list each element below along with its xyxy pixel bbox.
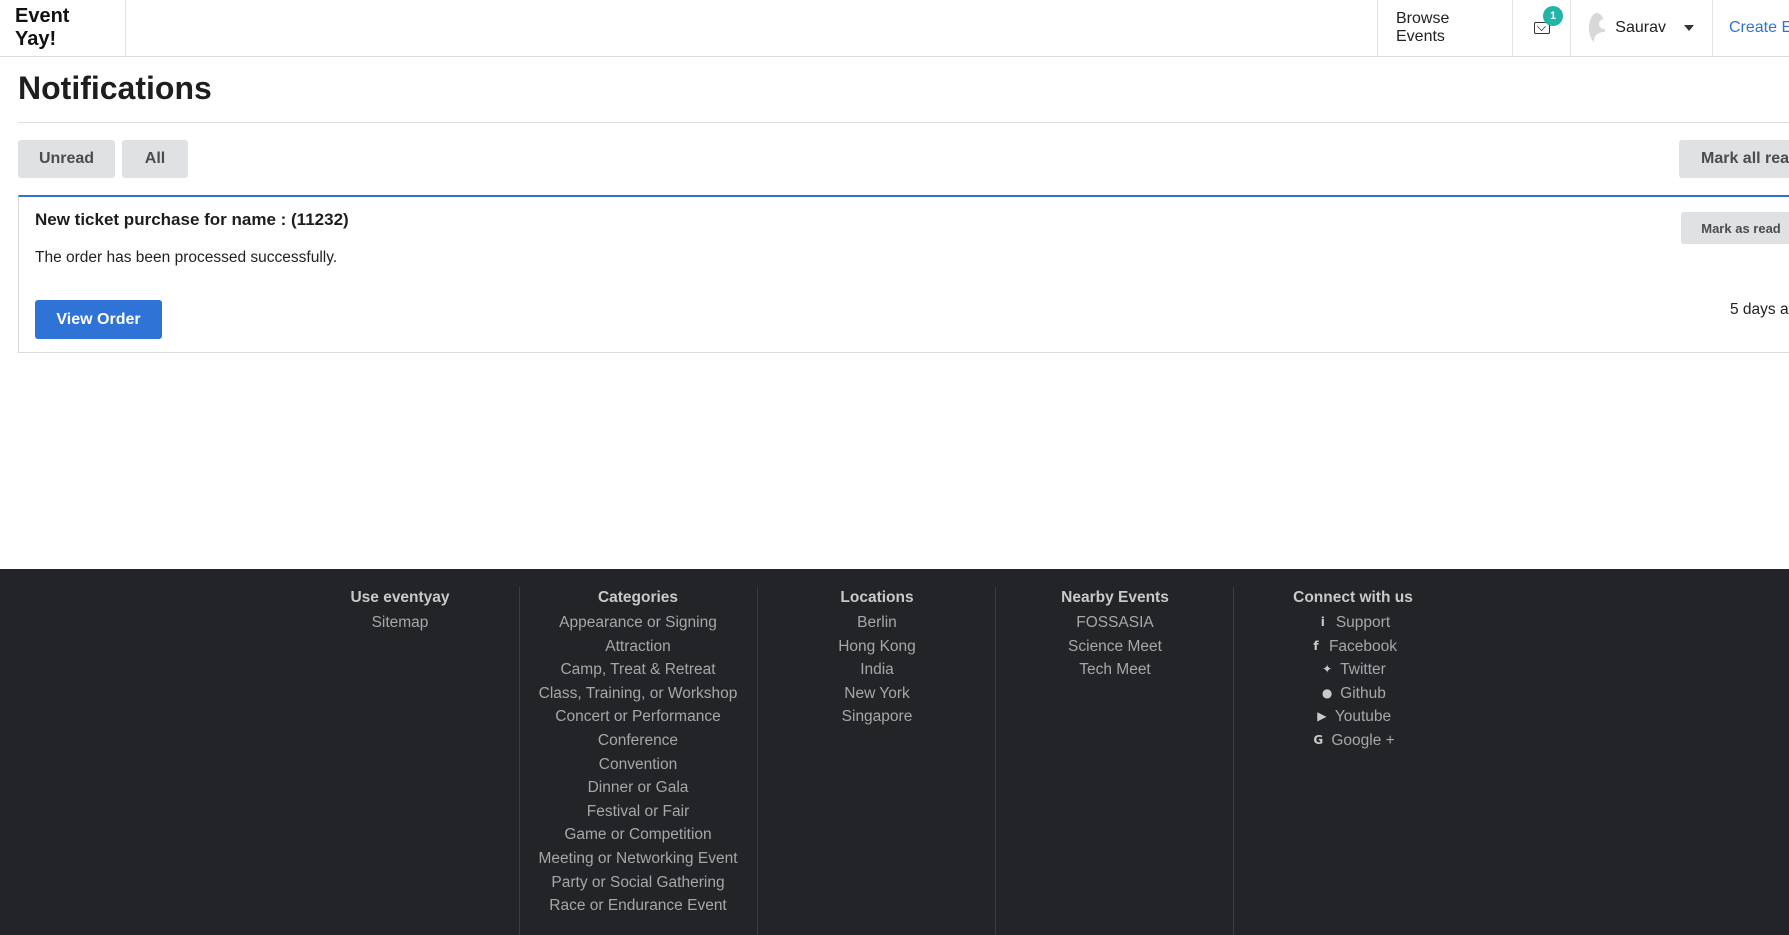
footer-link-category[interactable]: Class, Training, or Workshop xyxy=(520,682,756,706)
footer-link-label: Youtube xyxy=(1334,708,1392,726)
info-icon: i xyxy=(1320,615,1325,629)
facebook-icon: f xyxy=(1313,638,1319,653)
user-name: Saurav xyxy=(1615,19,1666,36)
notification-description: The order has been processed successfull… xyxy=(35,249,338,266)
footer-column-categories: Categories Appearance or Signing Attract… xyxy=(520,587,756,918)
footer-link-category[interactable]: Meeting or Networking Event xyxy=(520,847,756,871)
footer-link-nearby-event[interactable]: FOSSASIA xyxy=(1035,611,1195,635)
mark-as-read-button[interactable]: Mark as read xyxy=(1681,212,1789,244)
footer-link-sitemap[interactable]: Sitemap xyxy=(336,611,464,635)
footer-heading: Nearby Events xyxy=(1061,589,1169,606)
create-event-link[interactable]: Create E xyxy=(1712,0,1789,56)
footer-link-location[interactable]: Berlin xyxy=(797,611,957,635)
footer-heading: Connect with us xyxy=(1293,589,1413,606)
footer-heading: Categories xyxy=(597,589,679,606)
footer-column-connect: Connect with us i Support f Facebook ✦ T… xyxy=(1273,587,1433,753)
footer-link-label: Google + xyxy=(1331,731,1395,749)
footer-link-category[interactable]: Attraction xyxy=(520,635,756,659)
footer-column-locations: Locations Berlin Hong Kong India New Yor… xyxy=(797,587,957,729)
footer-link-location[interactable]: India xyxy=(797,658,957,682)
footer-divider xyxy=(995,587,996,935)
footer-link-label: Facebook xyxy=(1328,637,1398,655)
tab-all[interactable]: All xyxy=(122,140,188,178)
footer-link-location[interactable]: New York xyxy=(797,682,957,706)
tab-unread[interactable]: Unread xyxy=(18,140,115,178)
footer-link-category[interactable]: Appearance or Signing xyxy=(520,611,756,635)
notification-card: New ticket purchase for name : (11232) T… xyxy=(18,195,1789,353)
footer-link-youtube[interactable]: ▶ Youtube xyxy=(1273,705,1433,729)
avatar xyxy=(1589,13,1606,43)
notifications-button[interactable]: 1 xyxy=(1512,0,1570,56)
top-navbar: Event Yay! Browse Events 1 Saurav Create… xyxy=(0,0,1789,57)
footer-link-category[interactable]: Party or Social Gathering xyxy=(520,871,756,895)
footer-link-label: Github xyxy=(1340,684,1386,702)
footer-link-category[interactable]: Convention xyxy=(520,753,756,777)
footer-link-nearby-event[interactable]: Tech Meet xyxy=(1035,658,1195,682)
footer-column-use: Use eventyay Sitemap xyxy=(336,587,464,635)
github-icon: ● xyxy=(1321,685,1333,700)
browse-events-link[interactable]: Browse Events xyxy=(1377,0,1512,56)
footer-link-category[interactable]: Camp, Treat & Retreat xyxy=(520,658,756,682)
navbar-spacer xyxy=(126,0,1377,56)
footer-link-support[interactable]: i Support xyxy=(1273,611,1433,635)
footer: Use eventyay Sitemap Categories Appearan… xyxy=(0,569,1789,935)
footer-heading: Locations xyxy=(840,589,914,606)
footer-link-google-plus[interactable]: G Google + xyxy=(1273,729,1433,753)
twitter-icon: ✦ xyxy=(1322,662,1333,677)
footer-link-category[interactable]: Race or Endurance Event xyxy=(520,894,756,918)
footer-link-category[interactable]: Conference xyxy=(520,729,756,753)
youtube-icon: ▶ xyxy=(1317,709,1327,724)
footer-divider xyxy=(757,587,758,935)
user-menu-dropdown[interactable]: Saurav xyxy=(1570,0,1712,56)
google-plus-icon: G xyxy=(1313,732,1324,747)
notification-title: New ticket purchase for name : (11232) xyxy=(35,210,349,229)
brand-logo[interactable]: Event Yay! xyxy=(0,0,126,56)
footer-link-github[interactable]: ● Github xyxy=(1273,682,1433,706)
chevron-down-icon xyxy=(1684,25,1694,31)
footer-link-category[interactable]: Dinner or Gala xyxy=(520,776,756,800)
footer-link-category[interactable]: Festival or Fair xyxy=(520,800,756,824)
footer-link-label: Twitter xyxy=(1340,661,1386,679)
title-divider xyxy=(18,122,1789,123)
footer-link-nearby-event[interactable]: Science Meet xyxy=(1035,635,1195,659)
mark-all-read-button[interactable]: Mark all read xyxy=(1679,140,1789,178)
footer-link-location[interactable]: Hong Kong xyxy=(797,635,957,659)
view-order-button[interactable]: View Order xyxy=(35,300,162,339)
page-title: Notifications xyxy=(18,70,212,106)
footer-link-category[interactable]: Game or Competition xyxy=(520,823,756,847)
footer-heading: Use eventyay xyxy=(350,589,450,606)
footer-link-category[interactable]: Concert or Performance xyxy=(520,705,756,729)
footer-column-nearby: Nearby Events FOSSASIA Science Meet Tech… xyxy=(1035,587,1195,682)
footer-link-facebook[interactable]: f Facebook xyxy=(1273,635,1433,659)
footer-link-twitter[interactable]: ✦ Twitter xyxy=(1273,658,1433,682)
notification-timestamp: 5 days ago xyxy=(1730,301,1789,318)
footer-link-label: Support xyxy=(1335,614,1391,631)
notification-count-badge: 1 xyxy=(1543,6,1563,26)
footer-link-location[interactable]: Singapore xyxy=(797,705,957,729)
footer-divider xyxy=(1233,587,1234,935)
